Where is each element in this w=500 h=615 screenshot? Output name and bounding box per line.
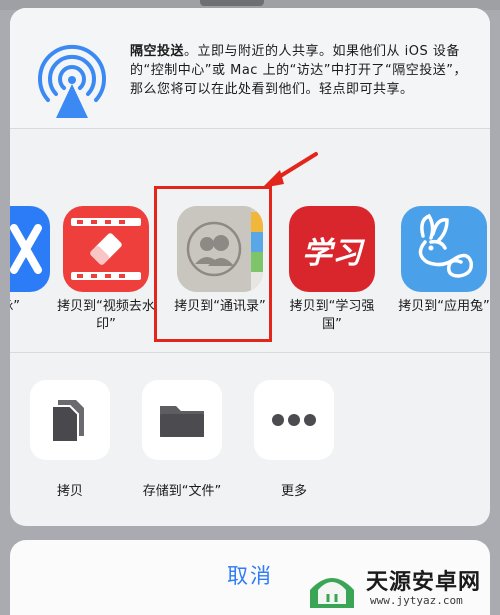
divider xyxy=(10,128,490,129)
watermark-url: www.jytyaz.com xyxy=(370,594,463,607)
app-label: 脉” xyxy=(10,299,20,314)
watermark-logo xyxy=(310,578,354,608)
highlight-box xyxy=(154,186,272,342)
more-icon xyxy=(272,414,316,426)
airdrop-title: 隔空投送 xyxy=(130,44,185,59)
watermark-title: 天源安卓网 xyxy=(366,570,482,595)
more-icon-tile xyxy=(254,380,334,460)
folder-icon-tile xyxy=(142,380,222,460)
airdrop-icon xyxy=(38,44,106,118)
app-label: 拷贝到“应用兔” xyxy=(398,299,490,314)
action-label: 拷贝 xyxy=(56,484,83,499)
action-label: 更多 xyxy=(280,484,307,499)
video-watermark-icon xyxy=(63,206,149,292)
folder-icon xyxy=(160,406,204,437)
backdrop-handle xyxy=(200,0,264,6)
copy-icon xyxy=(51,400,84,443)
watermark: 天源安卓网 www.jytyaz.com xyxy=(304,560,494,612)
rabbit-icon xyxy=(401,206,487,292)
airdrop-section[interactable]: 隔空投送。立即与附近的人共享。如果他们从 iOS 设备的“控制中心”或 Mac … xyxy=(10,8,490,128)
copy-icon-tile xyxy=(30,380,110,460)
app-label: 拷贝到“视频去水印” xyxy=(57,299,155,332)
action-label: 存储到“文件” xyxy=(142,484,222,499)
arrow-annotation xyxy=(262,152,318,188)
xuexi-icon: 学习 xyxy=(289,206,375,292)
airdrop-description: 隔空投送。立即与附近的人共享。如果他们从 iOS 设备的“控制中心”或 Mac … xyxy=(130,42,476,99)
app-label: 拷贝到“学习强国” xyxy=(289,299,375,332)
xuexi-glyph: 学习 xyxy=(302,236,362,271)
actions-row: 拷贝 存储到“文件” 更多 xyxy=(10,380,490,510)
divider xyxy=(10,352,490,353)
app-icon-partial xyxy=(10,206,50,292)
